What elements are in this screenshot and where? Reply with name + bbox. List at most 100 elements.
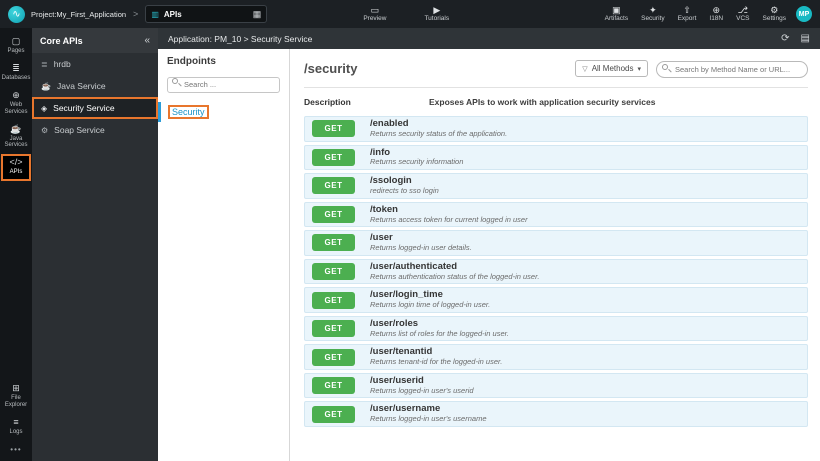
logs-icon: ≡ [13, 417, 19, 428]
folder-icon: ⊞ [12, 383, 20, 394]
endpoint-description: Returns authentication status of the log… [370, 271, 540, 281]
refresh-icon[interactable]: ⟳ [781, 33, 789, 44]
core-apis-panel: Core APIs « ≣ hrdb ☕ Java Service ◈ Secu… [32, 28, 158, 461]
export-button[interactable]: ⇧ Export [678, 4, 697, 23]
method-badge[interactable]: GET [312, 405, 355, 423]
sidebar-item-logs[interactable]: ≡ Logs [1, 414, 31, 441]
method-badge[interactable]: GET [312, 348, 355, 366]
pages-icon: ▢ [11, 36, 21, 46]
workspace-selector[interactable]: ▥ APIs ▦ [145, 5, 268, 23]
content-body: Endpoints Security /security [158, 49, 820, 461]
endpoints-title: Endpoints [167, 56, 216, 67]
endpoint-text: /ssologin redirects to sso login [370, 175, 439, 196]
sidebar-item-label: APIs [9, 169, 23, 176]
logo-glyph: ∿ [12, 8, 21, 20]
gear-icon: ⚙ [770, 4, 779, 15]
app-logo-icon[interactable]: ∿ [8, 5, 25, 23]
endpoint-row[interactable]: GET /user/login_time Returns login time … [304, 287, 808, 313]
api-item-security-service[interactable]: ◈ Security Service [32, 97, 158, 119]
main-panel: /security ▽ All Methods ▾ Search by Meth… [290, 49, 820, 461]
endpoint-group-security[interactable]: Security [158, 101, 289, 122]
more-options-icon[interactable]: ••• [10, 441, 21, 458]
sidebar-item-apis[interactable]: </> APIs [1, 154, 31, 182]
endpoint-text: /user/userid Returns logged-in user's us… [370, 375, 474, 396]
user-avatar[interactable]: MP [796, 6, 812, 22]
endpoint-row[interactable]: GET /info Returns security information [304, 144, 808, 171]
endpoint-row[interactable]: GET /user/userid Returns logged-in user'… [304, 372, 808, 399]
api-item-java-service[interactable]: ☕ Java Service [32, 75, 158, 97]
grid-menu-icon[interactable]: ▦ [253, 9, 262, 20]
description-row: Description Exposes APIs to work with ap… [304, 97, 808, 107]
method-badge[interactable]: GET [312, 234, 355, 252]
api-item-label: Soap Service [54, 125, 105, 135]
artifacts-button[interactable]: ▣ Artifacts [604, 4, 629, 23]
method-badge[interactable]: GET [312, 148, 355, 166]
artifacts-icon: ▣ [612, 4, 621, 15]
method-badge[interactable]: GET [312, 205, 355, 223]
endpoint-row[interactable]: GET /user/authenticated Returns authenti… [304, 258, 808, 285]
endpoint-description: Returns list of roles for the logged-in … [370, 328, 509, 338]
sidebar-item-web-services[interactable]: ⊕ Web Services [1, 87, 31, 121]
api-item-label: hrdb [53, 59, 71, 69]
core-apis-header: Core APIs « [32, 28, 158, 53]
tutorials-button[interactable]: ▶ Tutorials [424, 5, 449, 23]
i18n-button[interactable]: ⊕ I18N [709, 4, 723, 23]
collapse-panel-icon[interactable]: « [144, 35, 150, 46]
settings-button[interactable]: ⚙ Settings [763, 4, 787, 23]
endpoint-text: /info Returns security information [370, 147, 463, 168]
breadcrumb-actions: ⟳ ▤ [781, 33, 810, 44]
method-search-input[interactable] [656, 61, 808, 78]
endpoint-row[interactable]: GET /enabled Returns security status of … [304, 116, 808, 142]
endpoint-row[interactable]: GET /user/username Returns logged-in use… [304, 401, 808, 428]
endpoint-row[interactable]: GET /user/roles Returns list of roles fo… [304, 315, 808, 342]
sidebar-item-file-explorer[interactable]: ⊞ File Explorer [1, 380, 31, 414]
sidebar-item-pages[interactable]: ▢ Pages [1, 33, 31, 60]
breadcrumb: Application: PM_10 > Security Service [168, 33, 313, 44]
security-button[interactable]: ✦ Security [641, 5, 664, 23]
endpoint-row[interactable]: GET /token Returns access token for curr… [304, 201, 808, 228]
web-services-icon: ⊕ [12, 89, 20, 100]
panel-toggle-icon[interactable]: ▥ [151, 10, 159, 19]
api-item-hrdb[interactable]: ≣ hrdb [32, 53, 158, 75]
project-name[interactable]: Project:My_First_Application [31, 10, 126, 19]
method-badge[interactable]: GET [312, 120, 355, 138]
preview-icon: ▭ [370, 4, 380, 15]
topbar-actions: ▣ Artifacts ✦ Security ⇧ Export ⊕ I18N ⎇… [604, 4, 787, 23]
api-item-label: Java Service [56, 81, 106, 91]
endpoints-search [167, 74, 280, 93]
save-icon[interactable]: ▤ [801, 33, 810, 44]
api-item-soap-service[interactable]: ⚙ Soap Service [32, 119, 158, 141]
preview-button[interactable]: ▭ Preview [363, 4, 386, 23]
endpoint-row[interactable]: GET /user Returns logged-in user details… [304, 230, 808, 256]
export-icon: ⇧ [683, 4, 691, 15]
endpoint-row[interactable]: GET /user/tenantid Returns tenant-id for… [304, 344, 808, 370]
chevron-down-icon: ▾ [637, 65, 641, 73]
globe-icon: ⊕ [712, 4, 721, 15]
endpoint-group-label: Security [168, 104, 209, 119]
sidebar-item-databases[interactable]: ≣ Databases [1, 60, 31, 87]
api-item-label: Security Service [53, 103, 115, 113]
method-badge[interactable]: GET [312, 377, 355, 395]
method-badge[interactable]: GET [312, 177, 355, 195]
methods-filter-dropdown[interactable]: ▽ All Methods ▾ [575, 60, 648, 77]
artifacts-label: Artifacts [604, 14, 629, 22]
gear-icon: ⚙ [41, 125, 49, 135]
method-badge[interactable]: GET [312, 263, 355, 280]
vcs-label: VCS [736, 14, 750, 22]
main-sidebar: ▢ Pages ≣ Databases ⊕ Web Services ☕ Jav… [0, 28, 32, 461]
sidebar-item-java-services[interactable]: ☕ Java Services [1, 121, 31, 155]
breadcrumb-bar: Application: PM_10 > Security Service ⟳ … [158, 28, 820, 49]
endpoints-search-input[interactable] [167, 76, 280, 93]
endpoint-text: /user/username Returns logged-in user's … [370, 404, 487, 424]
method-badge[interactable]: GET [312, 320, 355, 338]
sidebar-item-label: Web Services [4, 101, 28, 115]
vcs-button[interactable]: ⎇ VCS [736, 5, 750, 23]
methods-filter-label: All Methods [591, 64, 634, 73]
endpoint-text: /token Returns access token for current … [370, 204, 528, 225]
service-description: Exposes APIs to work with application se… [429, 97, 656, 107]
method-badge[interactable]: GET [312, 291, 355, 309]
endpoint-text: /user/roles Returns list of roles for th… [370, 318, 509, 339]
endpoint-text: /user Returns logged-in user details. [370, 232, 472, 253]
endpoint-row[interactable]: GET /ssologin redirects to sso login [304, 173, 808, 199]
endpoint-description: Returns logged-in user's username [370, 414, 487, 424]
